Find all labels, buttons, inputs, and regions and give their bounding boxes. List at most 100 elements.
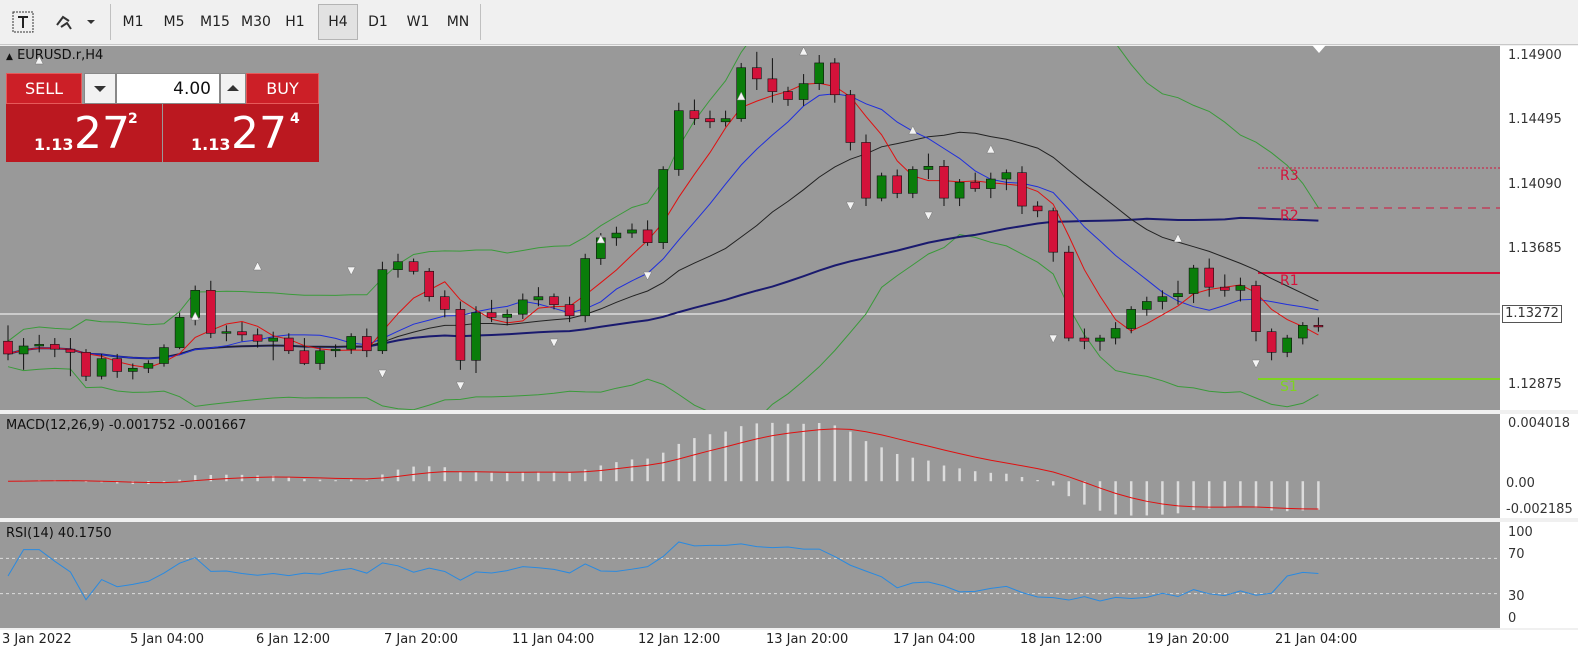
sell-button[interactable]: SELL — [6, 73, 82, 104]
lot-size-input[interactable]: 4.00 — [116, 73, 220, 104]
bull-candle — [143, 363, 154, 369]
bear-candle — [861, 142, 871, 199]
objects-menu-button[interactable] — [50, 4, 102, 40]
period-button-h1[interactable]: H1 — [278, 4, 312, 40]
bull-candle — [1001, 172, 1012, 180]
bull-candle — [1157, 296, 1168, 302]
one-click-trading-panel: SELL 4.00 BUY 1.13 27 2 1.13 27 4 — [6, 73, 319, 162]
lot-increase-button[interactable] — [220, 73, 246, 104]
bear-candle — [892, 175, 903, 194]
shapes-icon — [56, 15, 95, 30]
bear-candle — [65, 348, 76, 353]
period-button-w1[interactable]: W1 — [400, 4, 436, 40]
chevron-up-icon — [227, 85, 239, 91]
bear-candle — [439, 296, 450, 310]
collapse-triangle-icon[interactable]: ▲ — [6, 52, 13, 62]
bear-candle — [939, 166, 949, 199]
bull-candle — [814, 62, 825, 84]
bull-candle — [876, 175, 887, 199]
bull-candle — [221, 331, 232, 334]
bull-candle — [159, 347, 169, 364]
bear-candle — [299, 350, 310, 364]
period-button-d1[interactable]: D1 — [360, 4, 396, 40]
bear-candle — [970, 181, 981, 189]
bull-candle — [580, 258, 591, 317]
period-button-m15[interactable]: M15 — [196, 4, 234, 40]
rsi-line — [7, 541, 1319, 602]
price-tick: 1.14495 — [1508, 112, 1562, 127]
bear-candle — [49, 344, 60, 350]
period-button-h4[interactable]: H4 — [318, 4, 358, 40]
bull-candle — [1126, 309, 1136, 329]
period-button-m30[interactable]: M30 — [236, 4, 276, 40]
bull-candle — [330, 348, 341, 352]
bear-candle — [1204, 267, 1214, 288]
date-tick: 21 Jan 04:00 — [1275, 632, 1358, 647]
bull-candle — [923, 166, 934, 170]
date-tick: 11 Jan 04:00 — [512, 632, 595, 647]
lot-decrease-button[interactable] — [84, 73, 116, 104]
fractal-down-arrow — [346, 266, 356, 276]
bear-candle — [1064, 251, 1074, 339]
bear-candle — [3, 340, 13, 355]
bear-candle — [206, 290, 216, 334]
bear-candle — [486, 312, 497, 318]
chevron-down-icon — [94, 86, 106, 92]
bear-candle — [1251, 285, 1261, 332]
rsi-panel[interactable] — [0, 522, 1500, 628]
date-tick: 13 Jan 20:00 — [766, 632, 849, 647]
bull-candle — [315, 350, 325, 364]
price-axis[interactable]: 1.14900 1.14495 1.14090 1.13685 1.12875 — [1500, 46, 1578, 410]
fractal-down-arrow — [377, 369, 387, 379]
bear-candle — [1079, 337, 1090, 342]
chevron-down-icon — [87, 20, 95, 24]
bear-candle — [1266, 331, 1277, 353]
period-button-m1[interactable]: M1 — [116, 4, 150, 40]
bear-candle — [829, 62, 840, 96]
period-button-mn[interactable]: MN — [440, 4, 476, 40]
toolbar: M1 M5 M15 M30 H1 H4 D1 W1 MN — [0, 0, 1578, 45]
bull-candle — [502, 313, 513, 318]
fractal-down-arrow — [549, 338, 559, 348]
bull-candle — [985, 178, 996, 189]
bull-candle — [907, 169, 918, 194]
text-tool-icon — [12, 11, 34, 33]
bear-candle — [408, 261, 419, 272]
bear-candle — [845, 94, 856, 143]
date-tick: 5 Jan 04:00 — [130, 632, 205, 647]
bear-candle — [1032, 205, 1043, 212]
bull-candle — [128, 367, 138, 372]
bear-candle — [642, 229, 653, 243]
bull-candle — [720, 118, 731, 123]
time-axis[interactable]: 3 Jan 2022 5 Jan 04:00 6 Jan 12:00 7 Jan 20… — [0, 630, 1578, 653]
bear-candle — [81, 352, 91, 377]
period-button-m5[interactable]: M5 — [156, 4, 192, 40]
bear-candle — [424, 270, 435, 297]
macd-axis-zero: 0.00 — [1506, 476, 1535, 491]
fractal-down-arrow — [643, 271, 653, 281]
bull-candle — [658, 169, 669, 243]
bear-candle — [783, 91, 793, 100]
price-tick: 1.14900 — [1508, 48, 1562, 63]
sell-price[interactable]: 1.13 27 2 — [6, 104, 162, 162]
price-tick: 1.13685 — [1508, 241, 1562, 256]
text-tool-button[interactable] — [6, 4, 40, 40]
bull-candle — [18, 345, 29, 355]
bear-candle — [705, 118, 715, 123]
pivot-r1-label: R1 — [1280, 273, 1299, 289]
bull-candle — [1173, 293, 1183, 297]
pivot-s1-label: S1 — [1280, 379, 1298, 395]
bear-candle — [361, 336, 372, 352]
bear-candle — [1220, 286, 1230, 291]
price-tick: 1.14090 — [1508, 177, 1562, 192]
price-tick: 1.12875 — [1508, 377, 1562, 392]
chart-shift-marker[interactable] — [1312, 45, 1326, 53]
bull-candle — [1282, 337, 1292, 353]
buy-button[interactable]: BUY — [246, 73, 319, 104]
rsi-axis: 100 70 30 0 — [1500, 522, 1578, 628]
bear-candle — [751, 67, 762, 80]
bull-candle — [533, 296, 544, 301]
pivot-r2-label: R2 — [1280, 208, 1299, 224]
rsi-chart — [0, 541, 1500, 602]
buy-price[interactable]: 1.13 27 4 — [163, 104, 319, 162]
